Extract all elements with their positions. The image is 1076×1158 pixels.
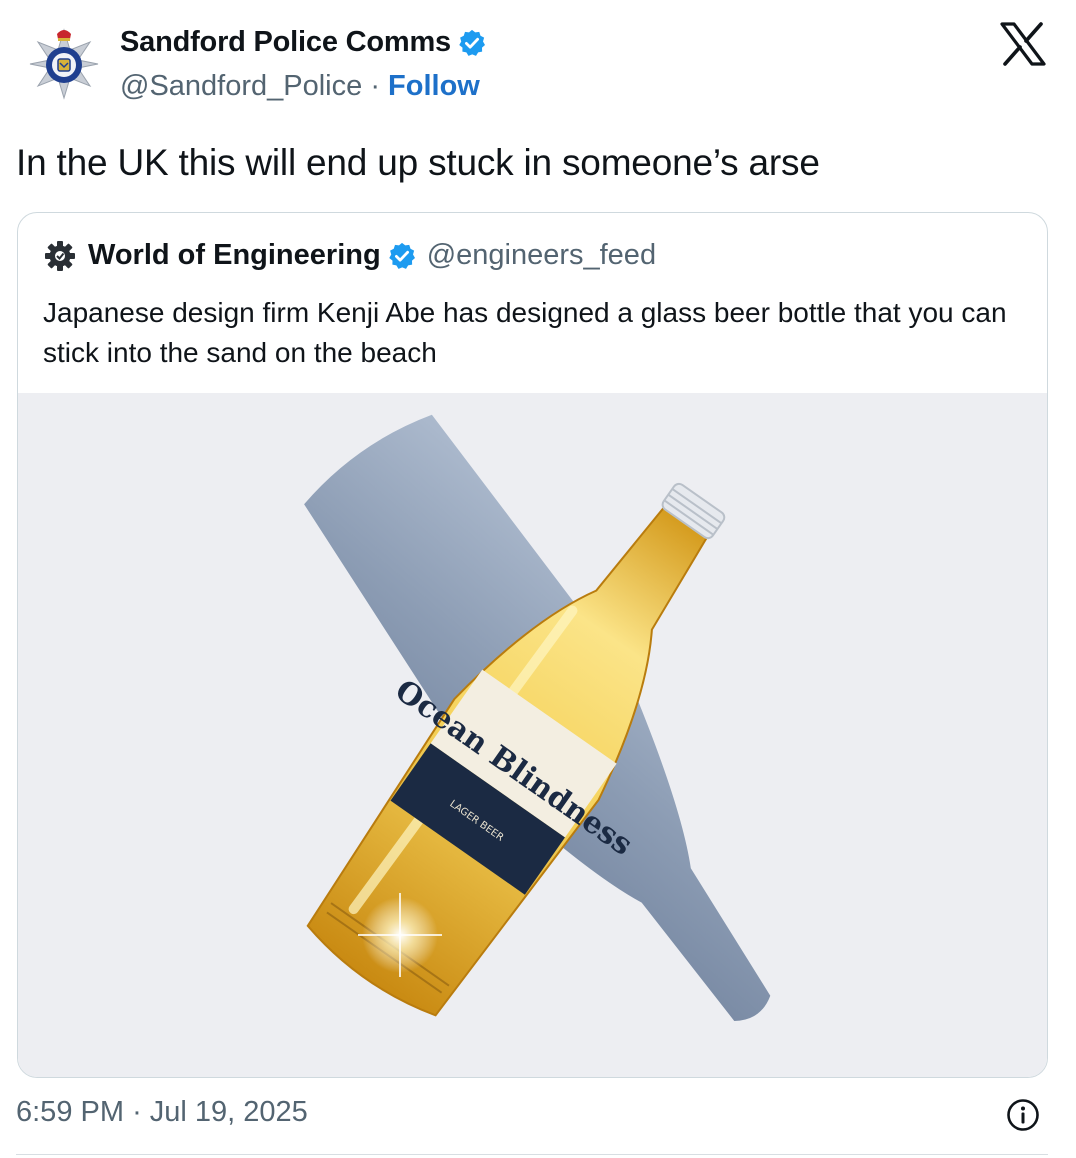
x-logo-icon[interactable] bbox=[1000, 22, 1046, 66]
follow-button[interactable]: Follow bbox=[388, 70, 480, 102]
handle-separator: · bbox=[370, 70, 389, 102]
quoted-author-handle: @engineers_feed bbox=[426, 239, 657, 271]
tweet-date: Jul 19, 2025 bbox=[149, 1096, 308, 1128]
tweet-text: In the UK this will end up stuck in some… bbox=[16, 142, 820, 183]
tweet-time: 6:59 PM bbox=[16, 1096, 124, 1128]
verified-badge-icon bbox=[388, 242, 415, 269]
author-display-name[interactable]: Sandford Police Comms bbox=[120, 26, 451, 59]
author-handle-row: @Sandford_Police · Follow bbox=[120, 70, 480, 103]
info-icon[interactable] bbox=[1006, 1098, 1040, 1132]
timestamp-separator: · bbox=[132, 1096, 150, 1128]
divider bbox=[16, 1154, 1048, 1155]
quoted-tweet-card[interactable]: World of Engineering @engineers_feed Jap… bbox=[17, 212, 1048, 1078]
quoted-author-name: World of Engineering bbox=[88, 239, 381, 271]
quoted-tweet-media[interactable]: Ocean Blindness LAGER BEER bbox=[18, 393, 1047, 1077]
author-avatar[interactable] bbox=[24, 22, 104, 102]
gear-icon[interactable] bbox=[44, 240, 76, 272]
quoted-tweet-header: World of Engineering @engineers_feed bbox=[44, 239, 656, 272]
tweet: Sandford Police Comms @Sandford_Police ·… bbox=[0, 0, 1076, 1158]
police-crest-icon bbox=[29, 28, 99, 100]
tweet-timestamp[interactable]: 6:59 PM · Jul 19, 2025 bbox=[16, 1096, 308, 1129]
author-name-row: Sandford Police Comms bbox=[120, 26, 487, 59]
quoted-tweet-text: Japanese design firm Kenji Abe has desig… bbox=[43, 297, 1007, 368]
verified-badge-icon bbox=[459, 29, 485, 56]
author-handle[interactable]: @Sandford_Police bbox=[120, 70, 362, 102]
beer-bottle-image: Ocean Blindness LAGER BEER bbox=[304, 414, 771, 1021]
